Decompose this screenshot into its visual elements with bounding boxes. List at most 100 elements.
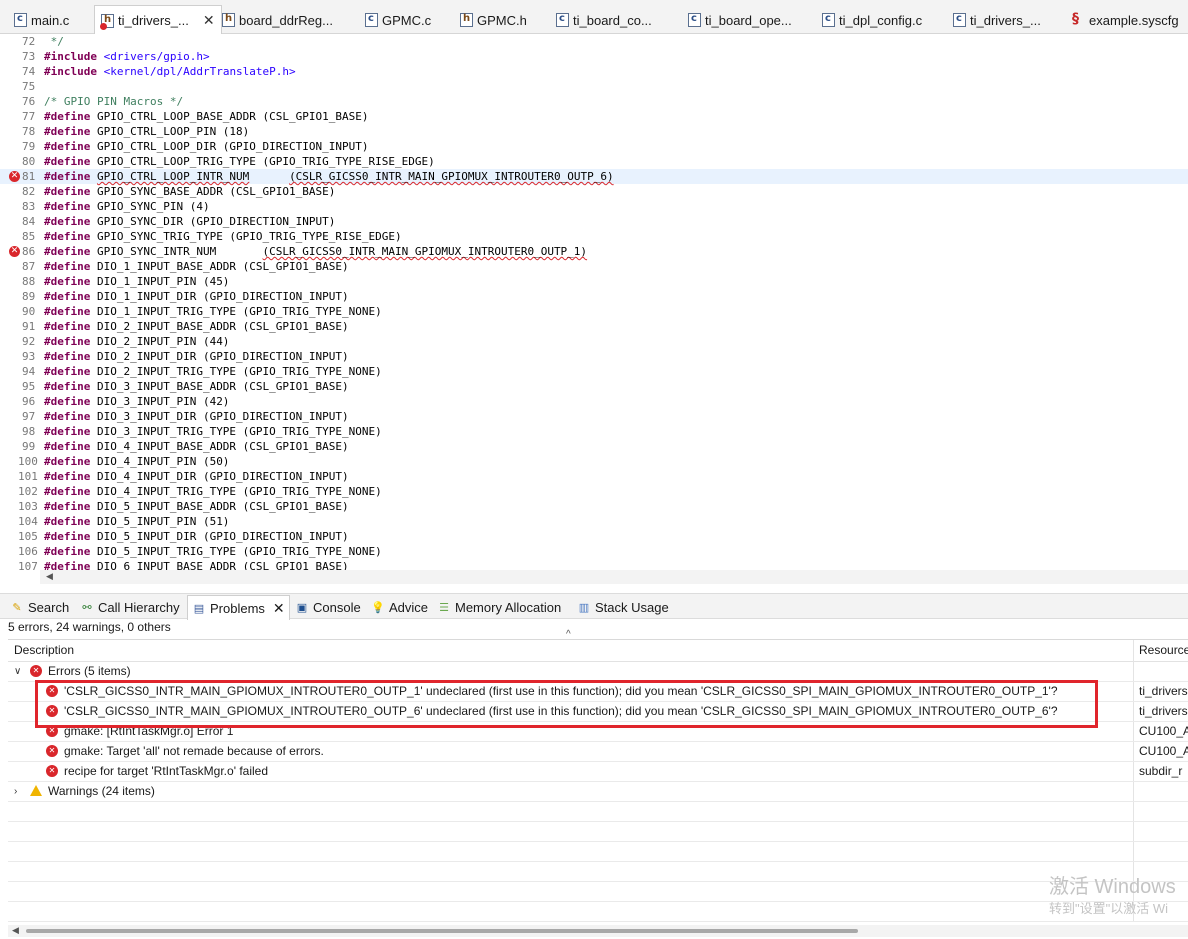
code-line[interactable]: 90 #define DIO_1_INPUT_TRIG_TYPE (GPIO_TR… <box>0 304 1188 319</box>
code-text: #define DIO_5_INPUT_PIN (51) <box>44 514 229 529</box>
errors-group-label: Errors (5 items) <box>48 664 131 678</box>
chevron-right-icon[interactable]: › <box>14 782 17 801</box>
code-line[interactable]: 87 #define DIO_1_INPUT_BASE_ADDR (CSL_GPI… <box>0 259 1188 274</box>
tab-console[interactable]: ▣ Console <box>295 597 361 617</box>
tab-call-hierarchy[interactable]: ⚯ Call Hierarchy <box>80 597 179 617</box>
line-number: 92 <box>22 335 36 348</box>
warnings-group-row[interactable]: › Warnings (24 items) <box>8 782 1188 802</box>
code-editor[interactable]: 72 */73 #include <drivers/gpio.h> 74 #inclu… <box>0 34 1188 570</box>
error-marker-icon[interactable]: ✕ <box>9 171 20 182</box>
code-line[interactable]: 73 #include <drivers/gpio.h> <box>0 49 1188 64</box>
code-text: #include <drivers/gpio.h> <box>44 49 210 64</box>
code-line[interactable]: 97 #define DIO_3_INPUT_DIR (GPIO_DIRECTIO… <box>0 409 1188 424</box>
tab-memory-allocation[interactable]: ☰ Memory Allocation <box>437 597 561 617</box>
close-icon[interactable]: ✕ <box>203 12 215 29</box>
code-token: #define <box>44 560 91 570</box>
code-line[interactable]: ✕ 86 #define GPIO_SYNC_INTR_NUM (CSLR_GICS… <box>0 244 1188 259</box>
code-text: #define GPIO_SYNC_PIN (4) <box>44 199 210 214</box>
tab-ti-drivers-h[interactable]: h ti_drivers_... ✕ <box>94 5 222 35</box>
code-text: #define DIO_5_INPUT_BASE_ADDR (CSL_GPIO1… <box>44 499 349 514</box>
code-line[interactable]: 72 */ <box>0 34 1188 49</box>
code-line[interactable]: 83 #define GPIO_SYNC_PIN (4) <box>0 199 1188 214</box>
code-text: */ <box>44 34 64 49</box>
code-line[interactable]: 104 #define DIO_5_INPUT_PIN (51) <box>0 514 1188 529</box>
code-line[interactable]: 92 #define DIO_2_INPUT_PIN (44) <box>0 334 1188 349</box>
tab-ti-dpl-config[interactable]: c ti_dpl_config.c <box>822 7 922 33</box>
close-icon[interactable]: ✕ <box>273 600 285 617</box>
tab-gpmc-c[interactable]: c GPMC.c <box>365 7 431 33</box>
code-line[interactable]: 93 #define DIO_2_INPUT_DIR (GPIO_DIRECTIO… <box>0 349 1188 364</box>
tab-stack-usage[interactable]: ▥ Stack Usage <box>577 597 669 617</box>
scroll-left-icon[interactable]: ◀ <box>46 571 53 582</box>
code-line[interactable]: 74 #include <kernel/dpl/AddrTranslateP.h> <box>0 64 1188 79</box>
errors-group-row[interactable]: ∨ ✕ Errors (5 items) <box>8 662 1188 682</box>
code-line[interactable]: ✕ 81 #define GPIO_CTRL_LOOP_INTR_NUM (CSLR… <box>0 169 1188 184</box>
code-line[interactable]: 79 #define GPIO_CTRL_LOOP_DIR (GPIO_DIREC… <box>0 139 1188 154</box>
lightbulb-icon: 💡 <box>371 601 385 614</box>
code-line[interactable]: 102 #define DIO_4_INPUT_TRIG_TYPE (GPIO_T… <box>0 484 1188 499</box>
code-line[interactable]: 88 #define DIO_1_INPUT_PIN (45) <box>0 274 1188 289</box>
code-line[interactable]: 80 #define GPIO_CTRL_LOOP_TRIG_TYPE (GPIO… <box>0 154 1188 169</box>
code-line[interactable]: 106 #define DIO_5_INPUT_TRIG_TYPE (GPIO_T… <box>0 544 1188 559</box>
code-line[interactable]: 103 #define DIO_5_INPUT_BASE_ADDR (CSL_GP… <box>0 499 1188 514</box>
tab-ti-board-ope[interactable]: c ti_board_ope... <box>688 7 792 33</box>
column-header-resource[interactable]: Resource <box>1133 640 1188 662</box>
tab-label: GPMC.h <box>477 12 527 28</box>
code-text: #define DIO_4_INPUT_DIR (GPIO_DIRECTION_… <box>44 469 349 484</box>
code-line[interactable]: 84 #define GPIO_SYNC_DIR (GPIO_DIRECTION_… <box>0 214 1188 229</box>
code-token: #define <box>44 245 91 258</box>
code-line[interactable]: 91 #define DIO_2_INPUT_BASE_ADDR (CSL_GPI… <box>0 319 1188 334</box>
chevron-down-icon[interactable]: ∨ <box>14 662 21 681</box>
code-text: #define DIO_2_INPUT_TRIG_TYPE (GPIO_TRIG… <box>44 364 382 379</box>
code-token: #define <box>44 230 91 243</box>
tab-label: main.c <box>31 12 70 28</box>
tab-gpmc-h[interactable]: h GPMC.h <box>460 7 527 33</box>
code-token: DIO_1_INPUT_BASE_ADDR (CSL_GPIO1_BASE) <box>90 260 349 273</box>
code-line[interactable]: 95 #define DIO_3_INPUT_BASE_ADDR (CSL_GPI… <box>0 379 1188 394</box>
scrollbar-thumb[interactable] <box>26 929 858 933</box>
code-line[interactable]: 76 /* GPIO PIN Macros */ <box>0 94 1188 109</box>
tab-board-ddrreg[interactable]: h board_ddrReg... <box>222 7 333 33</box>
code-line[interactable]: 100 #define DIO_4_INPUT_PIN (50) <box>0 454 1188 469</box>
code-line[interactable]: 105 #define DIO_5_INPUT_DIR (GPIO_DIRECTI… <box>0 529 1188 544</box>
table-row[interactable]: ✕ gmake: Target 'all' not remade because… <box>8 742 1188 762</box>
tab-label: Search <box>28 599 70 615</box>
code-token: DIO_2_INPUT_PIN (44) <box>90 335 230 348</box>
tab-search[interactable]: ✎ Search <box>10 597 69 617</box>
code-line[interactable]: 82 #define GPIO_SYNC_BASE_ADDR (CSL_GPIO1… <box>0 184 1188 199</box>
tab-main-c[interactable]: c main.c <box>14 7 69 33</box>
scroll-left-icon[interactable]: ◀ <box>12 925 19 936</box>
error-marker-icon[interactable]: ✕ <box>9 246 20 257</box>
code-line[interactable]: 89 #define DIO_1_INPUT_DIR (GPIO_DIRECTIO… <box>0 289 1188 304</box>
line-number: 100 <box>18 455 38 468</box>
code-line[interactable]: 96 #define DIO_3_INPUT_PIN (42) <box>0 394 1188 409</box>
code-line[interactable]: 101 #define DIO_4_INPUT_DIR (GPIO_DIRECTI… <box>0 469 1188 484</box>
code-token: DIO_5_INPUT_BASE_ADDR (CSL_GPIO1_BASE) <box>90 500 349 513</box>
memory-allocation-icon: ☰ <box>439 601 449 614</box>
code-line[interactable]: 94 #define DIO_2_INPUT_TRIG_TYPE (GPIO_TR… <box>0 364 1188 379</box>
code-line[interactable]: 98 #define DIO_3_INPUT_TRIG_TYPE (GPIO_TR… <box>0 424 1188 439</box>
tab-problems[interactable]: ▤ Problems ✕ <box>187 595 290 620</box>
column-header-description[interactable]: Description <box>8 640 1133 662</box>
code-token: GPIO_CTRL_LOOP_PIN (18) <box>90 125 250 138</box>
code-token: #define <box>44 140 91 153</box>
code-line[interactable]: 85 #define GPIO_SYNC_TRIG_TYPE (GPIO_TRIG… <box>0 229 1188 244</box>
code-line[interactable]: 78 #define GPIO_CTRL_LOOP_PIN (18) <box>0 124 1188 139</box>
tab-label: board_ddrReg... <box>239 12 333 28</box>
problem-description: gmake: Target 'all' not remade because o… <box>64 744 324 758</box>
tab-advice[interactable]: 💡 Advice <box>371 597 428 617</box>
code-line[interactable]: 77 #define GPIO_CTRL_LOOP_BASE_ADDR (CSL_… <box>0 109 1188 124</box>
code-line[interactable]: 75 <box>0 79 1188 94</box>
code-line[interactable]: 99 #define DIO_4_INPUT_BASE_ADDR (CSL_GPI… <box>0 439 1188 454</box>
tab-ti-board-co[interactable]: c ti_board_co... <box>556 7 652 33</box>
editor-horizontal-scrollbar[interactable]: ◀ <box>40 570 1188 584</box>
tab-ti-drivers-c[interactable]: c ti_drivers_... <box>953 7 1041 33</box>
code-text: #define DIO_4_INPUT_TRIG_TYPE (GPIO_TRIG… <box>44 484 382 499</box>
code-token: #define <box>44 275 91 288</box>
code-line[interactable]: 107 #define DIO_6_INPUT_BASE_ADDR (CSL_GP… <box>0 559 1188 570</box>
code-token: #include <box>44 50 97 63</box>
table-row[interactable]: ✕ recipe for target 'RtIntTaskMgr.o' fai… <box>8 762 1188 782</box>
tab-example-syscfg[interactable]: § example.syscfg <box>1072 7 1179 33</box>
problems-horizontal-scrollbar[interactable]: ◀ <box>8 925 1188 937</box>
line-number: 78 <box>22 125 36 138</box>
